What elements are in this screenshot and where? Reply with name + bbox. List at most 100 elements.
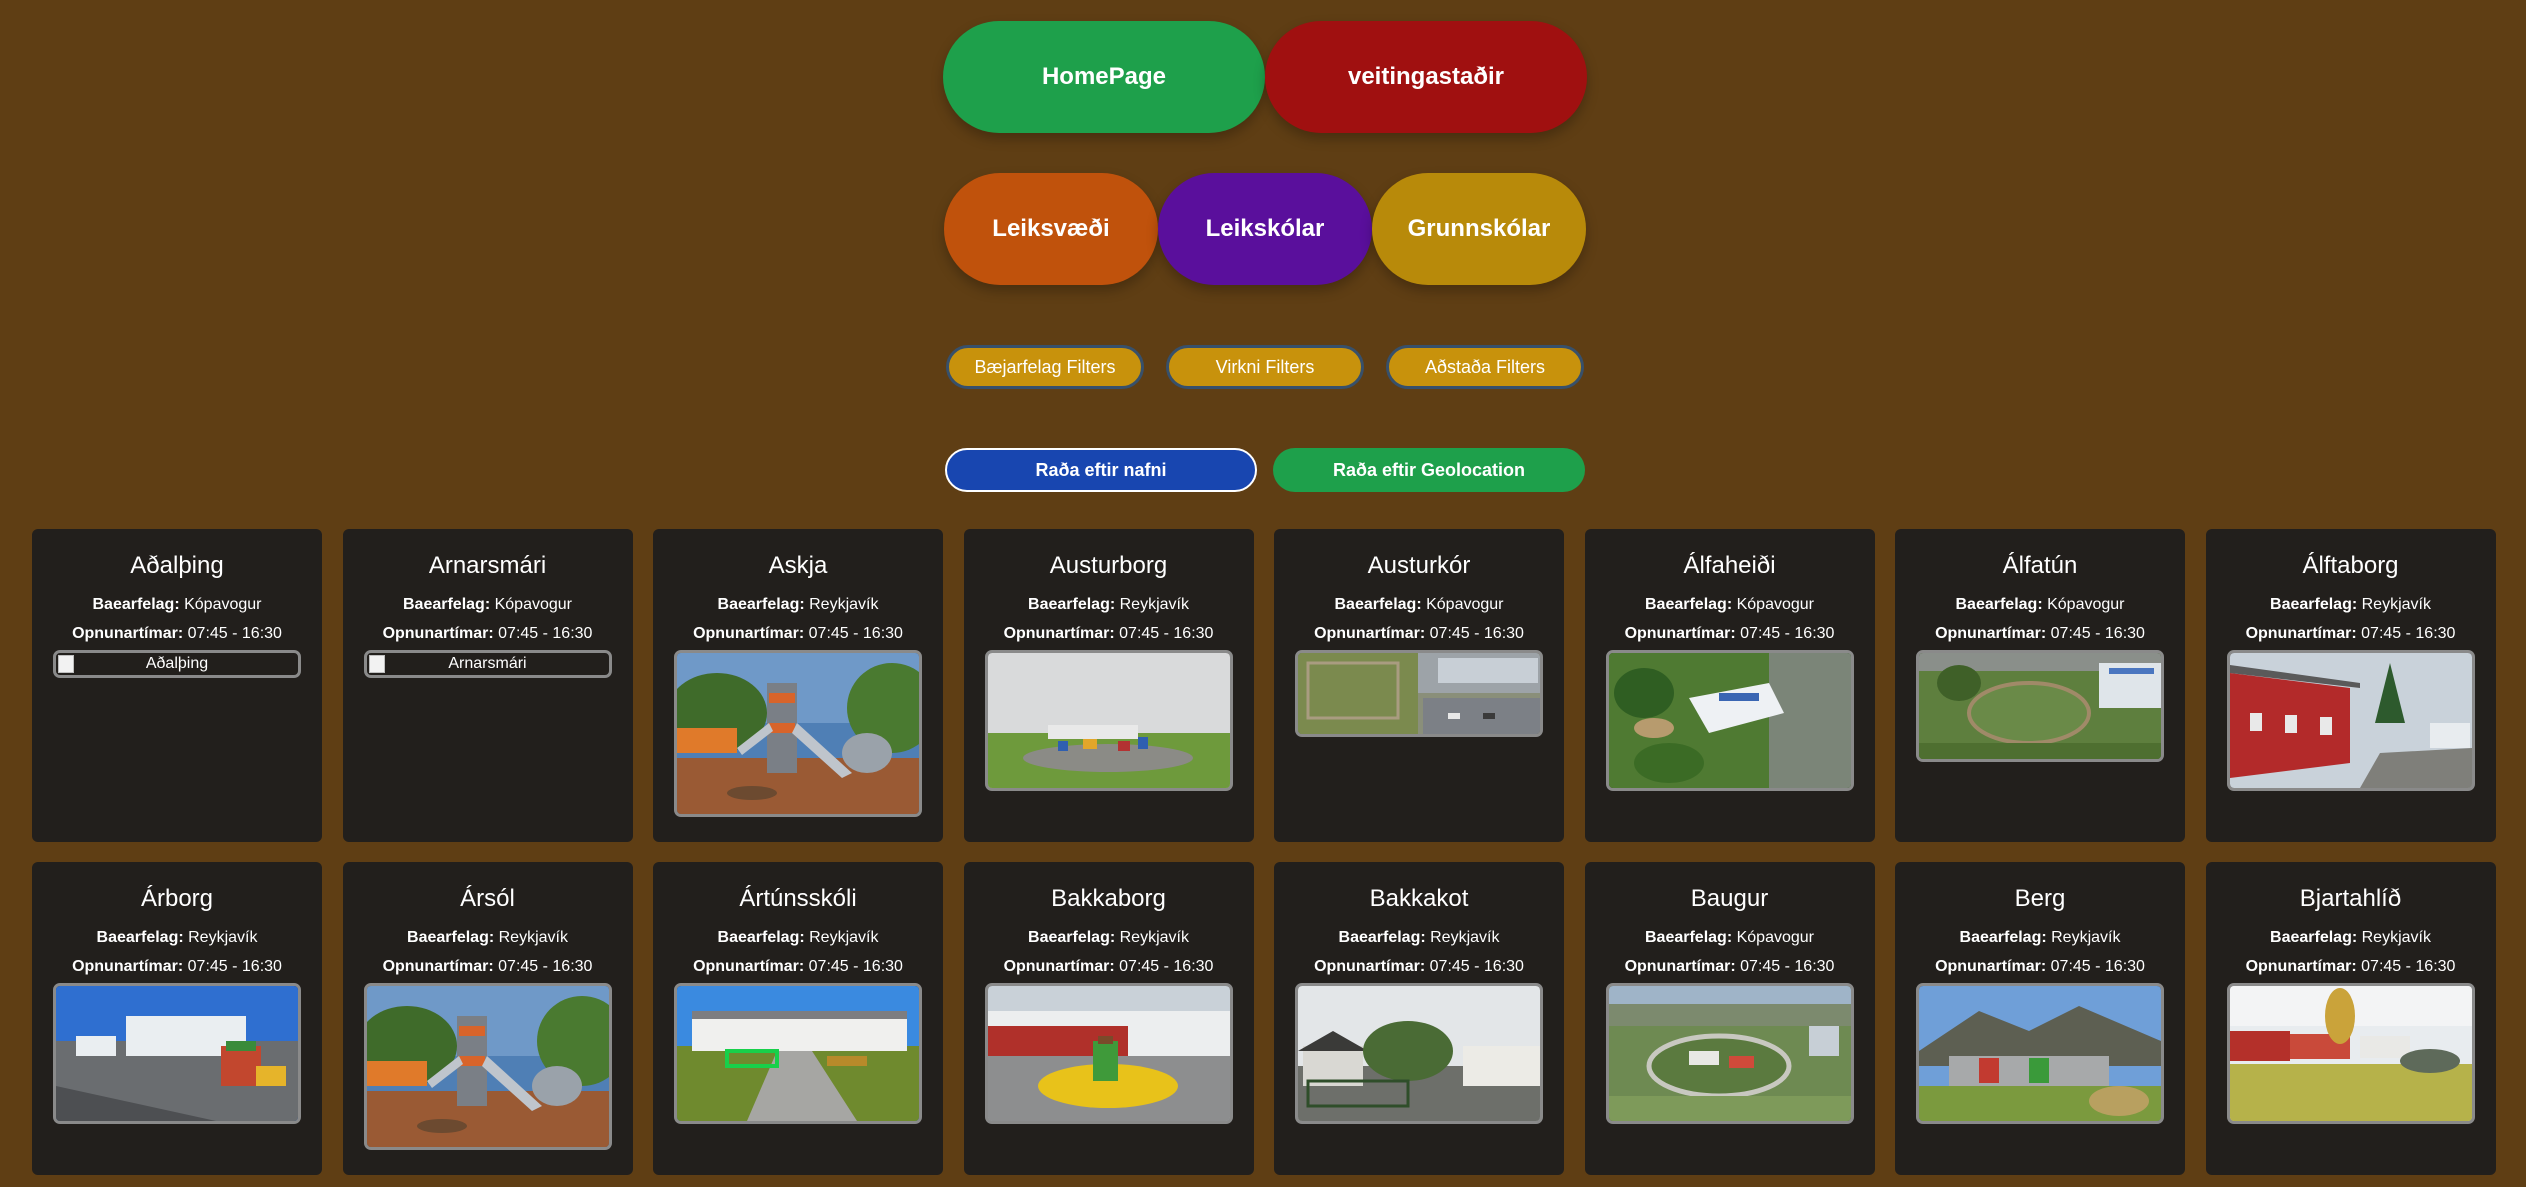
location-card[interactable]: Álfaheiði Baearfelag: Kópavogur Opnunartím… — [1584, 529, 1875, 842]
location-card[interactable]: Arnarsmári Baearfelag: Kópavogur Opnunartí… — [342, 529, 633, 842]
card-title: Ártúnsskóli — [739, 885, 857, 912]
card-municipality: Baearfelag: Reykjavík — [1028, 923, 1189, 952]
municipality-value: Reykjavík — [188, 929, 258, 946]
location-card[interactable]: Berg Baearfelag: Reykjavík Opnunartímar: 0… — [1895, 862, 2185, 1175]
card-municipality: Baearfelag: Reykjavík — [1028, 590, 1189, 619]
location-card[interactable]: Ársól Baearfelag: Reykjavík Opnunartímar: … — [342, 862, 633, 1175]
municipality-label: Baearfelag: — [717, 929, 805, 946]
hours-label: Opnunartímar: — [1624, 958, 1736, 975]
hours-value: 07:45 - 16:30 — [2361, 625, 2456, 642]
municipality-label: Baearfelag: — [407, 929, 495, 946]
card-title: Bjartahlíð — [2299, 885, 2402, 912]
municipality-value: Reykjavík — [2361, 929, 2431, 946]
activity-filter-button[interactable]: Virkni Filters — [1166, 345, 1364, 389]
municipality-value: Reykjavík — [1430, 929, 1500, 946]
sort-by-geolocation-button[interactable]: Raða eftir Geolocation — [1273, 448, 1585, 492]
card-title: Bakkakot — [1369, 885, 1469, 912]
preschools-button[interactable]: Leikskólar — [1158, 173, 1372, 285]
card-hours: Opnunartímar: 07:45 - 16:30 — [1314, 619, 1524, 648]
hours-label: Opnunartímar: — [1314, 958, 1426, 975]
results-grid: Aðalþing Baearfelag: Kópavogur Opnunartíma… — [32, 529, 2496, 1175]
location-photo — [1605, 983, 1854, 1124]
municipality-label: Baearfelag: — [1028, 596, 1116, 613]
image-alt-text: Aðalþing — [145, 655, 209, 672]
hours-value: 07:45 - 16:30 — [1740, 625, 1835, 642]
hours-label: Opnunartímar: — [1935, 958, 2047, 975]
municipality-value: Reykjavík — [498, 929, 568, 946]
location-card[interactable]: Austurkór Baearfelag: Kópavogur Opnunartím… — [1274, 529, 1564, 842]
location-card[interactable]: Bjartahlíð Baearfelag: Reykjavík Opnunartí… — [2205, 862, 2496, 1175]
restaurants-button[interactable]: veitingastaðir — [1265, 21, 1587, 133]
location-card[interactable]: Árborg Baearfelag: Reykjavík Opnunartímar:… — [32, 862, 322, 1175]
municipality-value: Kópavogur — [184, 596, 262, 613]
card-municipality: Baearfelag: Kópavogur — [1645, 590, 1814, 619]
card-municipality: Baearfelag: Reykjavík — [2270, 590, 2431, 619]
card-title: Austurborg — [1049, 552, 1168, 579]
hours-label: Opnunartímar: — [2245, 625, 2357, 642]
municipality-label: Baearfelag: — [1959, 929, 2047, 946]
municipality-label: Baearfelag: — [1334, 596, 1422, 613]
location-card[interactable]: Ártúnsskóli Baearfelag: Reykjavík Opnunart… — [653, 862, 943, 1175]
hours-value: 07:45 - 16:30 — [2361, 958, 2456, 975]
card-municipality: Baearfelag: Kópavogur — [1645, 923, 1814, 952]
location-card[interactable]: Bakkaborg Baearfelag: Reykjavík Opnunartím… — [963, 862, 1254, 1175]
hours-value: 07:45 - 16:30 — [808, 625, 903, 642]
hours-value: 07:45 - 16:30 — [498, 958, 593, 975]
main-nav: HomePage veitingastaðir — [942, 21, 1588, 133]
municipality-value: Reykjavík — [809, 929, 879, 946]
municipality-label: Baearfelag: — [1645, 596, 1733, 613]
sort-bar: Raða eftir nafni Raða eftir Geolocation — [945, 448, 1585, 492]
card-title: Berg — [2014, 885, 2066, 912]
location-photo — [2226, 650, 2475, 791]
municipality-value: Kópavogur — [494, 596, 572, 613]
category-nav: Leiksvæði Leikskólar Grunnskólar — [942, 173, 1588, 285]
location-card[interactable]: Aðalþing Baearfelag: Kópavogur Opnunartíma… — [32, 529, 322, 842]
location-card[interactable]: Austurborg Baearfelag: Reykjavík Opnunartí… — [963, 529, 1254, 842]
image-alt-text: Arnarsmári — [448, 655, 527, 672]
hours-value: 07:45 - 16:30 — [187, 958, 282, 975]
municipality-value: Kópavogur — [2047, 596, 2125, 613]
location-card[interactable]: Bakkakot Baearfelag: Reykjavík Opnunartíma… — [1274, 862, 1564, 1175]
location-card[interactable]: Álftaborg Baearfelag: Reykjavík Opnunartím… — [2205, 529, 2496, 842]
location-card[interactable]: Álfatún Baearfelag: Kópavogur Opnunartímar… — [1895, 529, 2185, 842]
location-card[interactable]: Askja Baearfelag: Reykjavík Opnunartímar: … — [653, 529, 943, 842]
card-municipality: Baearfelag: Reykjavík — [97, 923, 258, 952]
sort-by-name-button[interactable]: Raða eftir nafni — [945, 448, 1257, 492]
location-card[interactable]: Baugur Baearfelag: Kópavogur Opnunartímar:… — [1584, 862, 1875, 1175]
card-title: Álfaheiði — [1683, 552, 1776, 579]
municipality-filter-button[interactable]: Bæjarfelag Filters — [946, 345, 1144, 389]
hours-value: 07:45 - 16:30 — [1740, 958, 1835, 975]
card-hours: Opnunartímar: 07:45 - 16:30 — [693, 952, 903, 981]
card-municipality: Baearfelag: Reykjavík — [407, 923, 568, 952]
facilities-filter-button[interactable]: Aðstaða Filters — [1386, 345, 1584, 389]
location-photo — [1916, 983, 2164, 1124]
primary-schools-button[interactable]: Grunnskólar — [1372, 173, 1586, 285]
hours-value: 07:45 - 16:30 — [498, 625, 593, 642]
homepage-button[interactable]: HomePage — [943, 21, 1265, 133]
hours-label: Opnunartímar: — [72, 958, 184, 975]
municipality-value: Kópavogur — [1426, 596, 1504, 613]
municipality-label: Baearfelag: — [403, 596, 491, 613]
filter-bar: Bæjarfelag Filters Virkni Filters Aðstað… — [946, 345, 1584, 389]
card-hours: Opnunartímar: 07:45 - 16:30 — [383, 952, 593, 981]
card-hours: Opnunartímar: 07:45 - 16:30 — [72, 952, 282, 981]
municipality-value: Reykjavík — [2361, 596, 2431, 613]
card-hours: Opnunartímar: 07:45 - 16:30 — [72, 619, 282, 648]
municipality-label: Baearfelag: — [96, 929, 184, 946]
card-hours: Opnunartímar: 07:45 - 16:30 — [1935, 952, 2145, 981]
hours-label: Opnunartímar: — [1935, 625, 2047, 642]
playgrounds-button[interactable]: Leiksvæði — [944, 173, 1158, 285]
broken-image-icon — [58, 655, 74, 673]
card-hours: Opnunartímar: 07:45 - 16:30 — [2246, 619, 2456, 648]
card-municipality: Baearfelag: Kópavogur — [1335, 590, 1504, 619]
location-photo — [674, 650, 922, 817]
card-hours: Opnunartímar: 07:45 - 16:30 — [1004, 619, 1214, 648]
hours-label: Opnunartímar: — [382, 958, 494, 975]
card-hours: Opnunartímar: 07:45 - 16:30 — [383, 619, 593, 648]
card-title: Álftaborg — [2302, 552, 2399, 579]
card-municipality: Baearfelag: Reykjavík — [1960, 923, 2121, 952]
hours-value: 07:45 - 16:30 — [1429, 625, 1524, 642]
card-municipality: Baearfelag: Kópavogur — [93, 590, 262, 619]
location-photo — [53, 983, 301, 1124]
municipality-label: Baearfelag: — [717, 596, 805, 613]
